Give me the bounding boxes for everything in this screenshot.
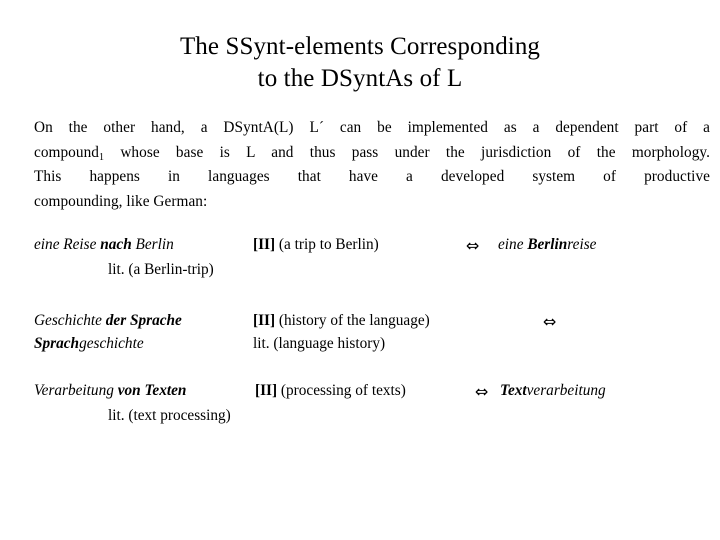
compound-word: compound	[34, 143, 99, 161]
example-block-3: Verarbeitung von Texten [II] (processing…	[0, 382, 720, 432]
example-1-source: eine Reise nach Berlin	[34, 236, 174, 254]
example-1-source-highlight: nach	[100, 236, 132, 253]
body-line-4: compounding, like German:	[34, 190, 710, 215]
body-line-1: On the other hand, a DSyntA(L) L´ can be…	[34, 116, 710, 141]
example-1-gloss: [II] (a trip to Berlin)	[253, 236, 379, 254]
slide-title-line-2: to the DSyntAs of L	[257, 64, 463, 92]
example-3-literal: lit. (text processing)	[108, 407, 231, 424]
example-2-target: Sprachgeschichte	[34, 335, 144, 353]
example-3-target-highlight: Text	[500, 382, 527, 399]
example-1-target: eine Berlinreise	[498, 236, 596, 254]
slide-title: The SSynt-elements Corresponding to the …	[0, 31, 720, 95]
body-line-2-rest: whose base is L and thus pass under the …	[104, 143, 710, 161]
example-2-source: Geschichte der Sprache	[34, 312, 182, 330]
example-3-target-post: verarbeitung	[526, 382, 606, 399]
example-3-source-highlight: von Texten	[117, 382, 187, 399]
example-1-literal: lit. (a Berlin-trip)	[108, 261, 214, 278]
example-2-target-highlight: Sprach	[34, 335, 80, 352]
example-2-target-post: geschichte	[79, 335, 144, 352]
example-1-source-pre: eine Reise	[34, 236, 101, 253]
body-line-2: compound1 whose base is L and thus pass …	[34, 141, 710, 166]
example-2-label: [II]	[253, 312, 276, 329]
slide-title-line-1: The SSynt-elements Corresponding	[179, 32, 541, 60]
example-2-source-pre: Geschichte	[34, 312, 106, 329]
double-arrow-icon-2: ⇔	[543, 312, 557, 331]
slide-canvas: The SSynt-elements Corresponding to the …	[0, 0, 720, 540]
example-block-1: eine Reise nach Berlin [II] (a trip to B…	[0, 236, 720, 290]
example-3-gloss-text: (processing of texts)	[277, 382, 406, 399]
example-2-source-highlight: der Sprache	[105, 312, 182, 329]
double-arrow-icon-3: ⇔	[475, 382, 489, 401]
body-line-3-text: This happens in languages that have a de…	[34, 168, 710, 185]
body-paragraph: On the other hand, a DSyntA(L) L´ can be…	[34, 116, 710, 214]
example-1-target-pre: eine	[498, 236, 528, 253]
body-line-4-text: compounding, like German:	[34, 192, 208, 210]
example-2-gloss-text: (history of the language)	[275, 312, 430, 329]
example-1-label: [II]	[253, 236, 276, 253]
example-2-literal: lit. (language history)	[253, 335, 386, 352]
example-1-target-highlight: Berlin	[527, 236, 568, 253]
example-3-label: [II]	[255, 382, 278, 399]
example-1-target-post: reise	[567, 236, 597, 253]
double-arrow-icon-1: ⇔	[466, 236, 480, 255]
body-line-1-text: On the other hand, a DSyntA(L) L´ can be…	[34, 119, 710, 136]
example-3-source-pre: Verarbeitung	[34, 382, 118, 399]
body-line-3: This happens in languages that have a de…	[34, 165, 710, 190]
example-3-gloss: [II] (processing of texts)	[255, 382, 406, 400]
example-2-gloss: [II] (history of the language)	[253, 312, 430, 330]
example-1-source-post: Berlin	[131, 236, 174, 253]
example-1-gloss-text: (a trip to Berlin)	[275, 236, 379, 253]
example-3-source: Verarbeitung von Texten	[34, 382, 186, 400]
example-3-target: Textverarbeitung	[500, 382, 606, 400]
example-block-2: Geschichte der Sprache [II] (history of …	[0, 312, 720, 362]
